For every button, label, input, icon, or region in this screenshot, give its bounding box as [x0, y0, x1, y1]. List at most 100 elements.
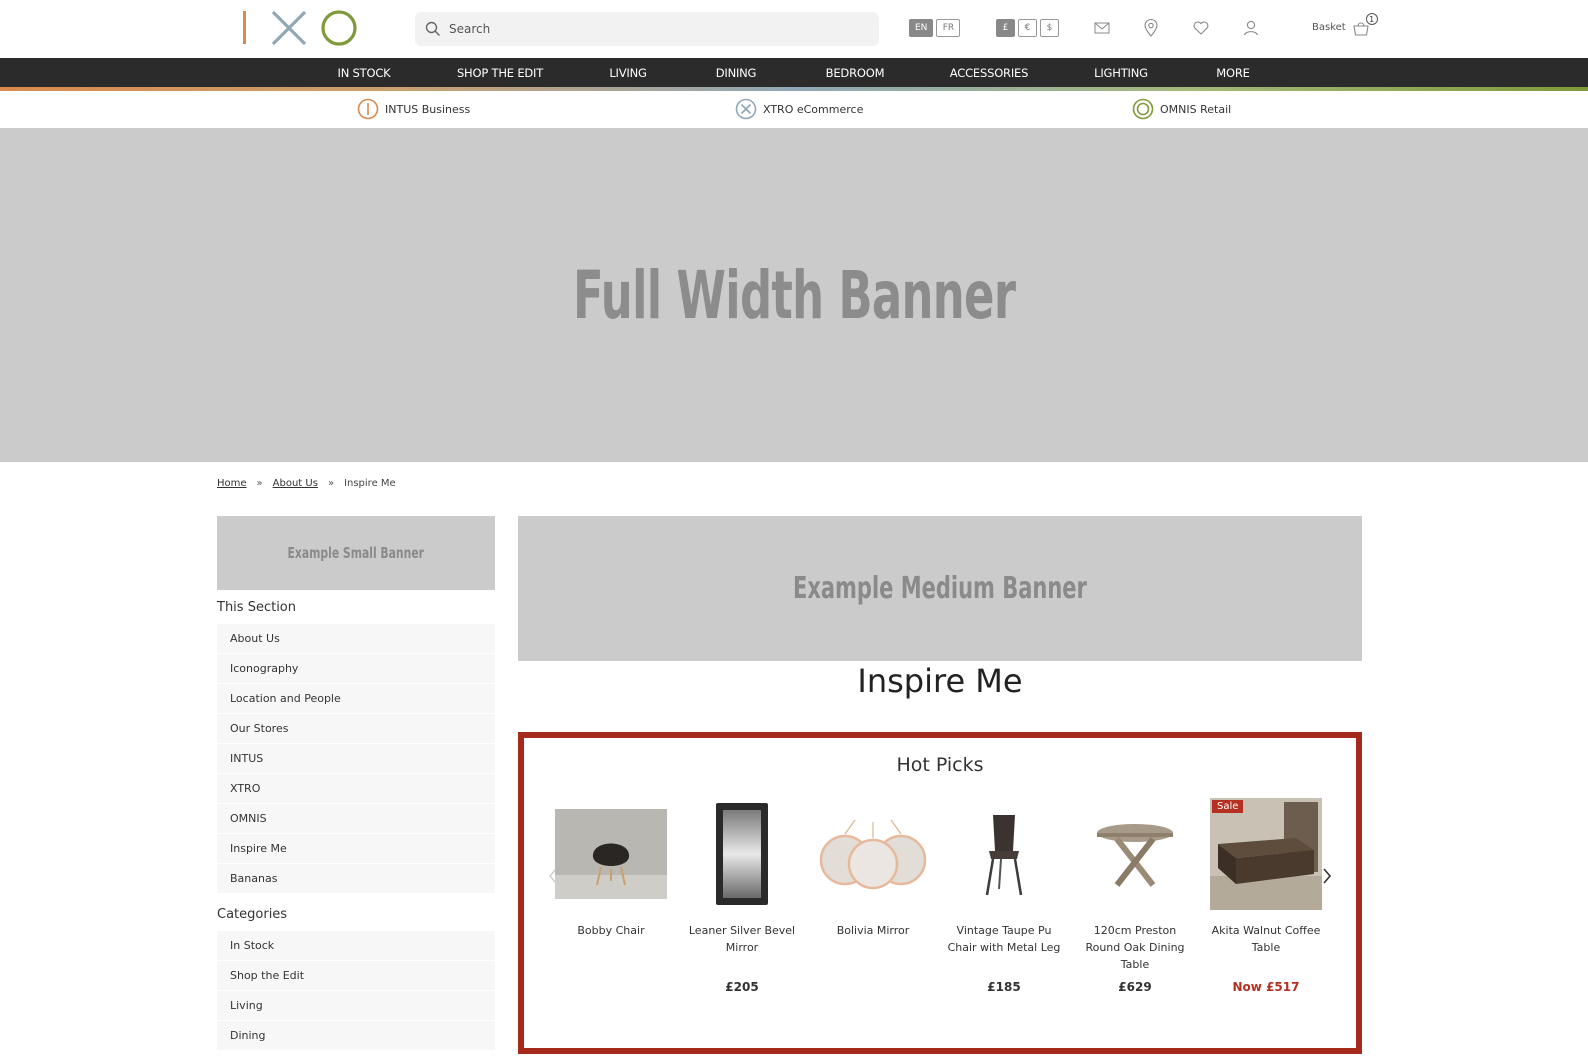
product-card[interactable]: Bobby Chair — [551, 798, 671, 980]
location-pin-icon[interactable] — [1141, 18, 1161, 38]
section-item-inspire-me[interactable]: Inspire Me — [217, 834, 495, 864]
small-banner-text: Example Small Banner — [287, 544, 425, 562]
breadcrumb-separator: » — [256, 478, 263, 489]
product-name[interactable]: Bobby Chair — [551, 922, 671, 974]
medium-banner[interactable]: Example Medium Banner — [518, 516, 1362, 661]
product-image[interactable]: Sale — [1210, 798, 1322, 910]
nav-item-more[interactable]: MORE — [1216, 58, 1250, 87]
currency-eur-button[interactable]: € — [1018, 19, 1037, 37]
product-card[interactable]: Leaner Silver Bevel Mirror £205 — [682, 798, 802, 994]
product-name[interactable]: Vintage Taupe Pu Chair with Metal Leg — [944, 922, 1064, 974]
breadcrumb: Home » About Us » Inspire Me — [217, 478, 396, 489]
this-section-heading: This Section — [217, 600, 296, 615]
product-name[interactable]: Akita Walnut Coffee Table — [1206, 922, 1326, 974]
search-input[interactable] — [449, 22, 849, 36]
breadcrumb-about-us-link[interactable]: About Us — [273, 478, 318, 489]
product-name[interactable]: Leaner Silver Bevel Mirror — [682, 922, 802, 974]
category-item-living[interactable]: Living — [217, 991, 495, 1021]
round-mirrors-image-icon — [819, 819, 927, 890]
product-price: £629 — [1118, 980, 1152, 994]
section-item-bananas[interactable]: Bananas — [217, 864, 495, 894]
ixo-logo[interactable] — [238, 8, 363, 50]
categories-heading: Categories — [217, 907, 288, 922]
product-price: £185 — [987, 980, 1021, 994]
product-image[interactable] — [555, 798, 667, 910]
xtro-logo-icon — [735, 98, 757, 120]
nav-item-lighting[interactable]: LIGHTING — [1094, 58, 1148, 87]
nav-item-dining[interactable]: DINING — [716, 58, 757, 87]
language-fr-button[interactable]: FR — [936, 19, 961, 37]
currency-gbp-button[interactable]: £ — [996, 19, 1015, 37]
currency-selector: £ € $ — [996, 19, 1059, 37]
breadcrumb-separator: » — [327, 478, 335, 489]
section-item-iconography[interactable]: Iconography — [217, 654, 495, 684]
category-item-in-stock[interactable]: In Stock — [217, 931, 495, 961]
hero-banner-text: Full Width Banner — [572, 256, 1016, 334]
brand-label: OMNIS Retail — [1160, 102, 1232, 116]
sale-badge: Sale — [1212, 800, 1244, 813]
brand-link-omnis[interactable]: OMNIS Retail — [1132, 96, 1231, 122]
section-item-location-and-people[interactable]: Location and People — [217, 684, 495, 714]
hot-picks-carousel: Hot Picks Bobby Chair Leaner Silver Beve… — [518, 732, 1362, 1054]
product-image[interactable] — [686, 798, 798, 910]
section-menu: About Us Iconography Location and People… — [217, 624, 495, 894]
hot-picks-title: Hot Picks — [896, 754, 984, 776]
basket-icon: 1 — [1352, 13, 1378, 38]
user-account-icon[interactable] — [1241, 18, 1261, 38]
product-image[interactable] — [817, 798, 929, 910]
small-banner[interactable]: Example Small Banner — [217, 516, 495, 590]
nav-item-living[interactable]: LIVING — [609, 58, 647, 87]
section-item-about-us[interactable]: About Us — [217, 624, 495, 654]
site-header: EN FR £ € $ Basket 1 — [0, 0, 1588, 58]
category-item-dining[interactable]: Dining — [217, 1021, 495, 1051]
product-card[interactable]: Vintage Taupe Pu Chair with Metal Leg £1… — [944, 798, 1064, 994]
medium-banner-text: Example Medium Banner — [793, 571, 1087, 606]
product-price: £205 — [725, 980, 759, 994]
brand-link-xtro[interactable]: XTRO eCommerce — [735, 96, 863, 122]
product-card[interactable]: Bolivia Mirror — [813, 798, 933, 980]
product-name[interactable]: Bolivia Mirror — [813, 922, 933, 974]
product-sale-price: Now £517 — [1232, 980, 1300, 994]
basket-label: Basket — [1312, 21, 1346, 33]
product-image[interactable] — [1079, 798, 1191, 910]
section-item-our-stores[interactable]: Our Stores — [217, 714, 495, 744]
language-selector: EN FR — [909, 19, 961, 37]
nav-item-in-stock[interactable]: IN STOCK — [338, 58, 391, 87]
search-bar[interactable] — [415, 12, 879, 46]
breadcrumb-current-page: Inspire Me — [344, 478, 396, 489]
basket-button[interactable]: Basket 1 — [1312, 13, 1378, 38]
product-image[interactable] — [948, 798, 1060, 910]
product-card[interactable]: 120cm Preston Round Oak Dining Table £62… — [1075, 798, 1195, 994]
section-item-omnis[interactable]: OMNIS — [217, 804, 495, 834]
nav-item-bedroom[interactable]: BEDROOM — [826, 58, 885, 87]
brand-label: INTUS Business — [385, 102, 471, 116]
heart-icon[interactable] — [1191, 18, 1211, 38]
nav-item-shop-the-edit[interactable]: SHOP THE EDIT — [457, 58, 543, 87]
mail-icon[interactable] — [1092, 18, 1112, 38]
page-title: Inspire Me — [857, 662, 1023, 700]
nav-color-stripe — [0, 87, 1588, 91]
section-item-xtro[interactable]: XTRO — [217, 774, 495, 804]
search-icon — [425, 21, 440, 36]
categories-menu: In Stock Shop the Edit Living Dining — [217, 931, 495, 1051]
currency-usd-button[interactable]: $ — [1040, 19, 1059, 37]
language-en-button[interactable]: EN — [909, 19, 934, 37]
omnis-logo-icon — [1132, 98, 1154, 120]
intus-logo-icon — [357, 98, 379, 120]
basket-count-badge: 1 — [1365, 13, 1378, 25]
product-name[interactable]: 120cm Preston Round Oak Dining Table — [1075, 922, 1195, 974]
product-card[interactable]: Sale Akita Walnut Coffee Table Now £517 — [1206, 798, 1326, 994]
coffee-table-image-icon — [1210, 798, 1322, 910]
brand-label: XTRO eCommerce — [763, 102, 864, 116]
brand-link-intus[interactable]: INTUS Business — [357, 96, 470, 122]
main-navigation: IN STOCK SHOP THE EDIT LIVING DINING BED… — [0, 58, 1588, 87]
category-item-shop-the-edit[interactable]: Shop the Edit — [217, 961, 495, 991]
chair-image-icon — [555, 809, 667, 899]
round-table-image-icon — [1097, 824, 1173, 887]
section-item-intus[interactable]: INTUS — [217, 744, 495, 774]
hero-banner[interactable]: Full Width Banner — [0, 128, 1588, 462]
dining-chair-image-icon — [985, 815, 1023, 896]
mirror-image-icon — [716, 803, 768, 905]
nav-item-accessories[interactable]: ACCESSORIES — [950, 58, 1029, 87]
breadcrumb-home-link[interactable]: Home — [217, 478, 247, 489]
